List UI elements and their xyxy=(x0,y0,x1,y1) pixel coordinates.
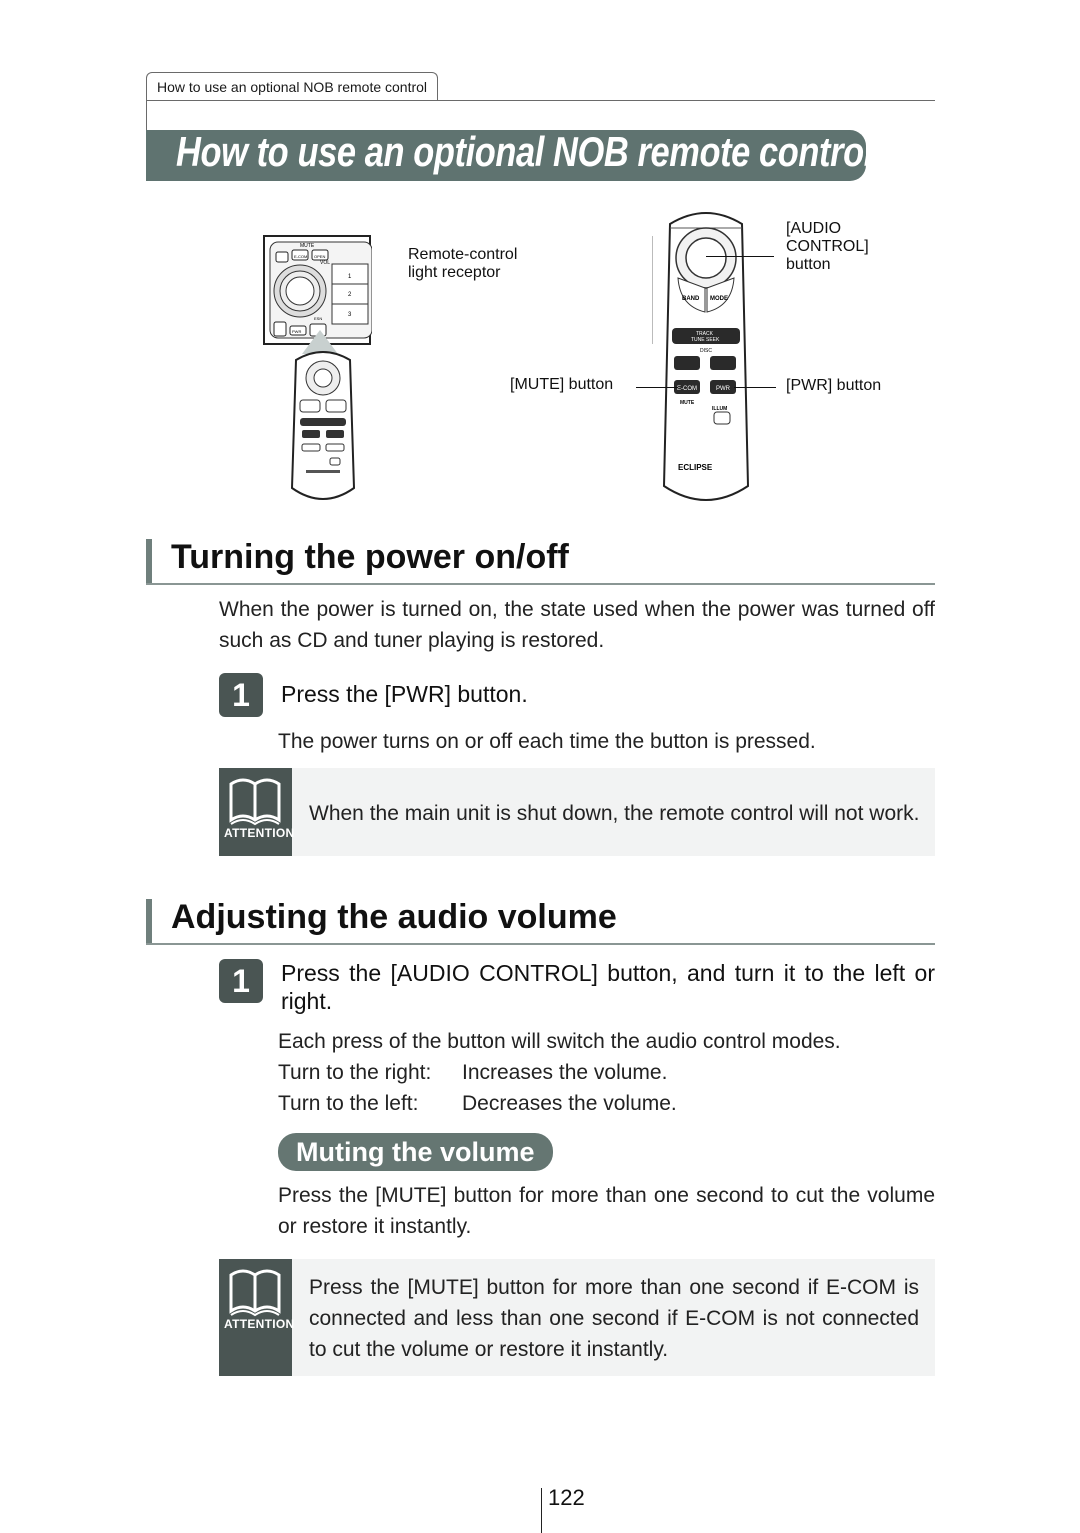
attention-text: When the main unit is shut down, the rem… xyxy=(309,802,920,825)
turn-left-label: Turn to the left: xyxy=(278,1092,419,1115)
power-step-text: Press the [PWR] button. xyxy=(281,681,528,707)
turn-right-label: Turn to the right: xyxy=(278,1061,432,1084)
remote-large-icon: BAND MODE TRACK TUNE SEEK DISC E-COM PWR… xyxy=(662,212,750,501)
remote-icon xyxy=(290,351,356,500)
hu-vol-text: VOL xyxy=(320,260,330,266)
section-marker xyxy=(146,539,152,583)
mute-leader xyxy=(636,387,678,388)
header-tab: How to use an optional NOB remote contro… xyxy=(146,72,439,101)
hu-mute-text: MUTE xyxy=(300,243,315,249)
mute-text: Press the [MUTE] button for more than on… xyxy=(278,1184,935,1238)
attention-text: Press the [MUTE] button for more than on… xyxy=(309,1276,919,1361)
section-heading-power: Turning the power on/off xyxy=(171,538,569,576)
hu-open-text: OPEN xyxy=(314,254,325,259)
page-number-rule xyxy=(541,1488,542,1533)
book-icon xyxy=(229,1269,281,1317)
section-rule xyxy=(146,943,935,945)
attention-label: ATTENTION xyxy=(224,1317,295,1331)
receptor-label: Remote-control light receptor xyxy=(408,246,518,281)
power-intro: When the power is turned on, the state u… xyxy=(219,598,935,652)
step-badge: 1 xyxy=(219,959,263,1003)
small-remote-illustration xyxy=(288,348,358,506)
book-icon xyxy=(229,778,281,826)
header-rule xyxy=(146,100,935,101)
volume-step-text: Press the [AUDIO CONTROL] button, and tu… xyxy=(281,960,935,1014)
audio-control-leader xyxy=(706,256,774,257)
attention-icon-panel: ATTENTION xyxy=(219,1259,295,1376)
pwr-text: PWR xyxy=(716,386,731,392)
pwr-label: [PWR] button xyxy=(786,377,882,394)
volume-detail: Each press of the button will switch the… xyxy=(278,1030,841,1053)
page-title: How to use an optional NOB remote contro… xyxy=(176,128,873,175)
illum-text: ILLUM xyxy=(712,406,727,412)
pwr-leader xyxy=(734,387,776,388)
page-number: 122 xyxy=(548,1485,585,1510)
attention-label: ATTENTION xyxy=(224,826,295,840)
mute-text: MUTE xyxy=(680,400,695,406)
vertical-divider xyxy=(652,236,653,344)
section-rule xyxy=(146,583,935,585)
eclipse-text: ECLIPSE xyxy=(678,463,713,472)
mode-text: MODE xyxy=(710,296,728,302)
disc-text: DISC xyxy=(700,348,712,354)
step-badge: 1 xyxy=(219,673,263,717)
section-marker xyxy=(146,899,152,943)
section-heading-volume: Adjusting the audio volume xyxy=(171,898,617,936)
tune-seek-text: TUNE SEEK xyxy=(691,337,720,343)
hu-esn-text: ESN xyxy=(314,316,322,321)
header-tab-label: How to use an optional NOB remote contro… xyxy=(157,79,428,95)
attention-icon-panel: ATTENTION xyxy=(219,768,295,856)
hu-pwr-text: PWR xyxy=(292,329,301,334)
ecom-text: E-COM xyxy=(677,386,697,392)
header-rule-left xyxy=(146,100,147,130)
large-remote-illustration: BAND MODE TRACK TUNE SEEK DISC E-COM PWR… xyxy=(660,208,752,508)
subsection-pill-muting: Muting the volume xyxy=(278,1133,553,1171)
audio-control-label: [AUDIO CONTROL] button xyxy=(786,220,869,273)
mute-label: [MUTE] button xyxy=(510,376,614,393)
turn-right-value: Increases the volume. xyxy=(462,1061,668,1084)
power-step-detail: The power turns on or off each time the … xyxy=(278,730,816,753)
turn-left-value: Decreases the volume. xyxy=(462,1092,677,1115)
band-text: BAND xyxy=(682,296,700,302)
hu-ecom-text: E-COM xyxy=(294,254,307,259)
